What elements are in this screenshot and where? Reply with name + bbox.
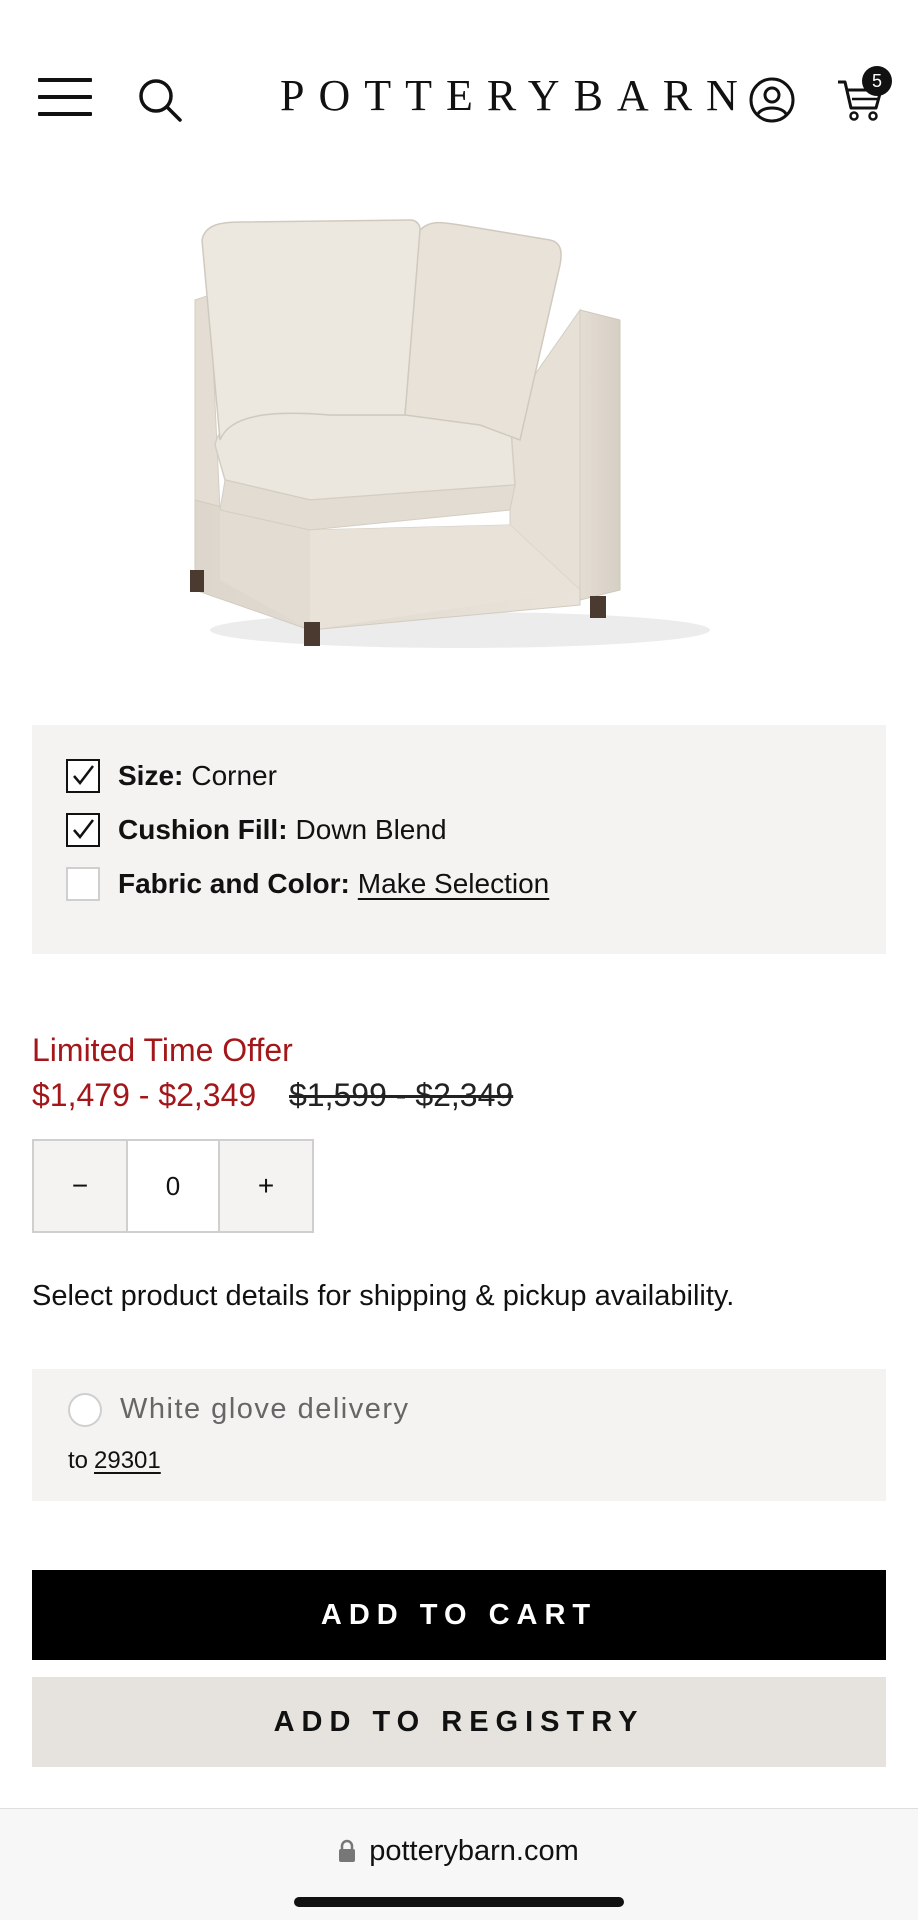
brand-logo[interactable]: POTTERYBARN — [280, 70, 738, 120]
white-glove-radio[interactable] — [68, 1393, 102, 1427]
product-image — [190, 219, 710, 648]
decrement-button[interactable]: − — [34, 1141, 126, 1231]
delivery-panel: White glove delivery to 29301 — [32, 1369, 886, 1501]
account-icon[interactable] — [748, 76, 796, 124]
delivery-to-label: to — [68, 1447, 89, 1474]
checkbox-size[interactable] — [66, 759, 100, 793]
checkbox-fabric-color[interactable] — [66, 867, 100, 901]
product-options-panel: Size: Corner Cushion Fill: Down Blend Fa… — [32, 725, 886, 954]
url-field[interactable]: potterybarn.com — [0, 1831, 918, 1871]
option-cushion-fill-label: Cushion Fill: — [118, 814, 288, 845]
quantity-input[interactable]: 0 — [126, 1141, 220, 1231]
option-fabric-color-label: Fabric and Color: — [118, 868, 350, 899]
search-icon[interactable] — [136, 76, 184, 124]
option-size-value: Corner — [191, 760, 277, 791]
url-text: potterybarn.com — [369, 1834, 579, 1867]
option-size-label: Size: — [118, 760, 184, 791]
browser-address-bar: potterybarn.com — [0, 1808, 918, 1920]
option-cushion-fill[interactable]: Cushion Fill: Down Blend — [66, 810, 447, 850]
shipping-note: Select product details for shipping & pi… — [32, 1280, 735, 1312]
home-indicator[interactable] — [294, 1897, 624, 1907]
make-selection-link[interactable]: Make Selection — [358, 868, 549, 900]
add-to-registry-button[interactable]: ADD TO REGISTRY — [32, 1677, 886, 1767]
option-fabric-color[interactable]: Fabric and Color: Make Selection — [66, 864, 549, 904]
limited-offer-label: Limited Time Offer — [32, 1032, 293, 1068]
checkbox-cushion-fill[interactable] — [66, 813, 100, 847]
zip-code-link[interactable]: 29301 — [94, 1447, 161, 1474]
option-cushion-fill-value: Down Blend — [295, 814, 447, 845]
original-price: $1,599 - $2,349 — [289, 1077, 514, 1113]
increment-button[interactable]: + — [220, 1141, 312, 1231]
add-to-cart-button[interactable]: ADD TO CART — [32, 1570, 886, 1660]
sale-price: $1,479 - $2,349 — [32, 1077, 257, 1113]
delivery-destination: to 29301 — [68, 1447, 161, 1475]
option-size[interactable]: Size: Corner — [66, 756, 277, 796]
menu-icon[interactable] — [38, 78, 92, 116]
quantity-stepper: − 0 + — [32, 1139, 314, 1233]
cart-count-badge: 5 — [862, 66, 892, 96]
site-header: POTTERYBARN 5 — [0, 0, 918, 170]
lock-icon — [339, 1839, 356, 1862]
delivery-option-label[interactable]: White glove delivery — [120, 1393, 410, 1426]
